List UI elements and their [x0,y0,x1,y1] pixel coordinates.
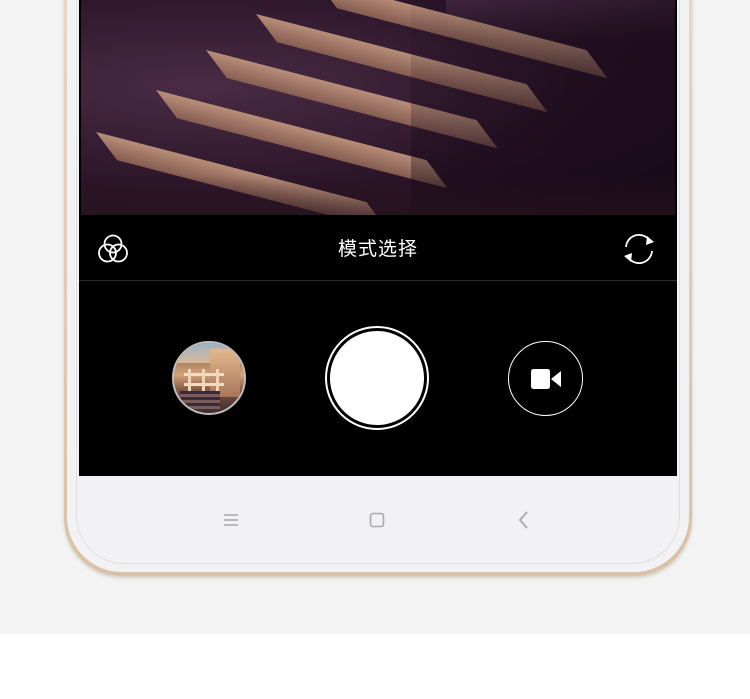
mode-bar: 模式选择 [79,215,677,281]
camera-screen: 模式选择 [79,0,677,476]
home-icon [369,512,385,528]
menu-icon [224,514,238,526]
switch-camera-button[interactable] [619,230,659,268]
shutter-icon [330,331,424,425]
video-mode-button[interactable] [508,341,583,416]
video-camera-icon [531,369,561,389]
camera-viewfinder[interactable] [81,0,675,215]
switch-camera-icon [624,234,654,264]
home-key[interactable] [362,505,392,535]
gallery-thumbnail[interactable] [172,341,246,415]
mode-select-title[interactable]: 模式选择 [79,234,677,261]
back-key[interactable] [508,505,538,535]
thumbnail-post [188,369,191,393]
menu-key[interactable] [216,505,246,535]
viewfinder-ground [81,175,675,215]
shutter-button[interactable] [325,326,429,430]
thumbnail-post [202,369,205,393]
thumbnail-stairs [180,391,220,409]
thumbnail-post [216,369,219,393]
back-icon [518,511,528,529]
